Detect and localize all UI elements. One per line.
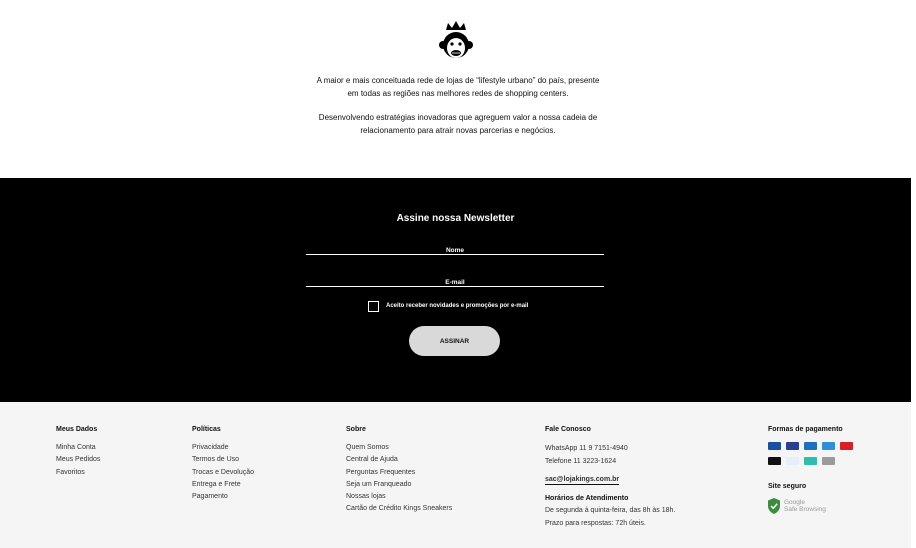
- mastercard-card-icon: [786, 442, 799, 450]
- footer-link-termos-de-uso[interactable]: Termos de Uso: [192, 456, 239, 463]
- paypal-card-icon: [786, 457, 799, 465]
- footer-column-title: Políticas: [192, 426, 221, 433]
- name-input[interactable]: [306, 243, 604, 258]
- boleto-card-icon: [822, 457, 835, 465]
- consent-row: Aceito receber novidades e promoções por…: [368, 300, 528, 312]
- footer-link-minha-conta[interactable]: Minha Conta: [56, 444, 96, 451]
- footer-link-seja-um-franqueado[interactable]: Seja um Franqueado: [346, 481, 411, 488]
- shield-check-icon: [768, 498, 780, 514]
- footer: Meus Dados Minha Conta Meus Pedidos Favo…: [0, 402, 911, 548]
- consent-checkbox[interactable]: [368, 300, 379, 312]
- footer-link-pagamento[interactable]: Pagamento: [192, 493, 228, 500]
- consent-label[interactable]: Aceito receber novidades e promoções por…: [386, 303, 528, 309]
- name-field-wrapper: [306, 239, 604, 258]
- footer-column-politicas: Políticas Privacidade Termos de Uso Troc…: [192, 426, 254, 503]
- newsletter-title: Assine nossa Newsletter: [396, 213, 515, 224]
- payment-methods-grid: [768, 442, 853, 465]
- newsletter-section: Assine nossa Newsletter Aceito receber n…: [0, 178, 911, 402]
- footer-link-privacidade[interactable]: Privacidade: [192, 444, 229, 451]
- footer-column-pagamento: Formas de pagamento Site seguro Google S…: [768, 426, 853, 514]
- about-section: A maior e mais conceituada rede de lojas…: [0, 0, 916, 178]
- elo-card-icon: [768, 457, 781, 465]
- hours-line: Prazo para respostas: 72h úteis.: [545, 519, 646, 527]
- phone-contact[interactable]: Telefone 11 3223-1624: [545, 455, 675, 468]
- footer-column-meus-dados: Meus Dados Minha Conta Meus Pedidos Favo…: [56, 426, 100, 479]
- footer-column-title: Fale Conosco: [545, 426, 591, 433]
- whatsapp-contact[interactable]: WhatsApp 11 9 7151-4940: [545, 442, 675, 455]
- safe-browsing-text: Google Safe Browsing: [784, 499, 826, 514]
- about-text-line: Desenvolvendo estratégias inovadoras que…: [318, 113, 598, 122]
- hours-title: Horários de Atendimento: [545, 495, 629, 502]
- about-paragraph-1: A maior e mais conceituada rede de lojas…: [0, 74, 916, 100]
- email-contact-link[interactable]: sac@lojakings.com.br: [545, 476, 620, 485]
- about-text-line: em todas as regiões nas melhores redes d…: [347, 89, 569, 98]
- diners-card-icon: [804, 442, 817, 450]
- footer-link-quem-somos[interactable]: Quem Somos: [346, 444, 389, 451]
- hours-line: De segunda à quinta-feira, das 8h às 18h…: [545, 507, 676, 514]
- about-text-line: relacionamento para atrair novas parceri…: [360, 126, 556, 135]
- visa-card-icon: [768, 442, 781, 450]
- safe-browsing-line: Safe Browsing: [784, 506, 826, 513]
- email-input[interactable]: [306, 275, 604, 290]
- footer-column-title: Meus Dados: [56, 426, 98, 433]
- email-field-wrapper: [306, 271, 604, 290]
- footer-link-trocas-e-devolucao[interactable]: Trocas e Devolução: [192, 469, 254, 476]
- footer-column-fale-conosco: Fale Conosco WhatsApp 11 9 7151-4940 Tel…: [545, 426, 675, 530]
- footer-link-entrega-e-frete[interactable]: Entrega e Frete: [192, 481, 241, 488]
- footer-link-favoritos[interactable]: Favoritos: [56, 469, 85, 476]
- pix-card-icon: [804, 457, 817, 465]
- crowned-monkey-logo-icon: [437, 20, 475, 62]
- safe-browsing-line: Google: [784, 498, 805, 506]
- footer-column-title: Formas de pagamento: [768, 426, 843, 433]
- about-text-line: A maior e mais conceituada rede de lojas…: [316, 76, 600, 85]
- footer-column-title: Sobre: [346, 426, 366, 433]
- footer-link-central-de-ajuda[interactable]: Central de Ajuda: [346, 456, 398, 463]
- secure-site-title: Site seguro: [768, 483, 807, 490]
- footer-link-nossas-lojas[interactable]: Nossas lojas: [346, 493, 386, 500]
- amex-card-icon: [822, 442, 835, 450]
- google-safe-browsing-badge[interactable]: Google Safe Browsing: [768, 498, 853, 514]
- footer-link-cartao-de-credito[interactable]: Cartão de Crédito Kings Sneakers: [346, 505, 452, 512]
- footer-column-sobre: Sobre Quem Somos Central de Ajuda Pergun…: [346, 426, 452, 516]
- footer-link-meus-pedidos[interactable]: Meus Pedidos: [56, 456, 100, 463]
- subscribe-button[interactable]: ASSINAR: [409, 326, 500, 356]
- about-paragraph-2: Desenvolvendo estratégias inovadoras que…: [0, 111, 916, 137]
- footer-link-perguntas-frequentes[interactable]: Perguntas Frequentes: [346, 469, 415, 476]
- hipercard-card-icon: [840, 442, 853, 450]
